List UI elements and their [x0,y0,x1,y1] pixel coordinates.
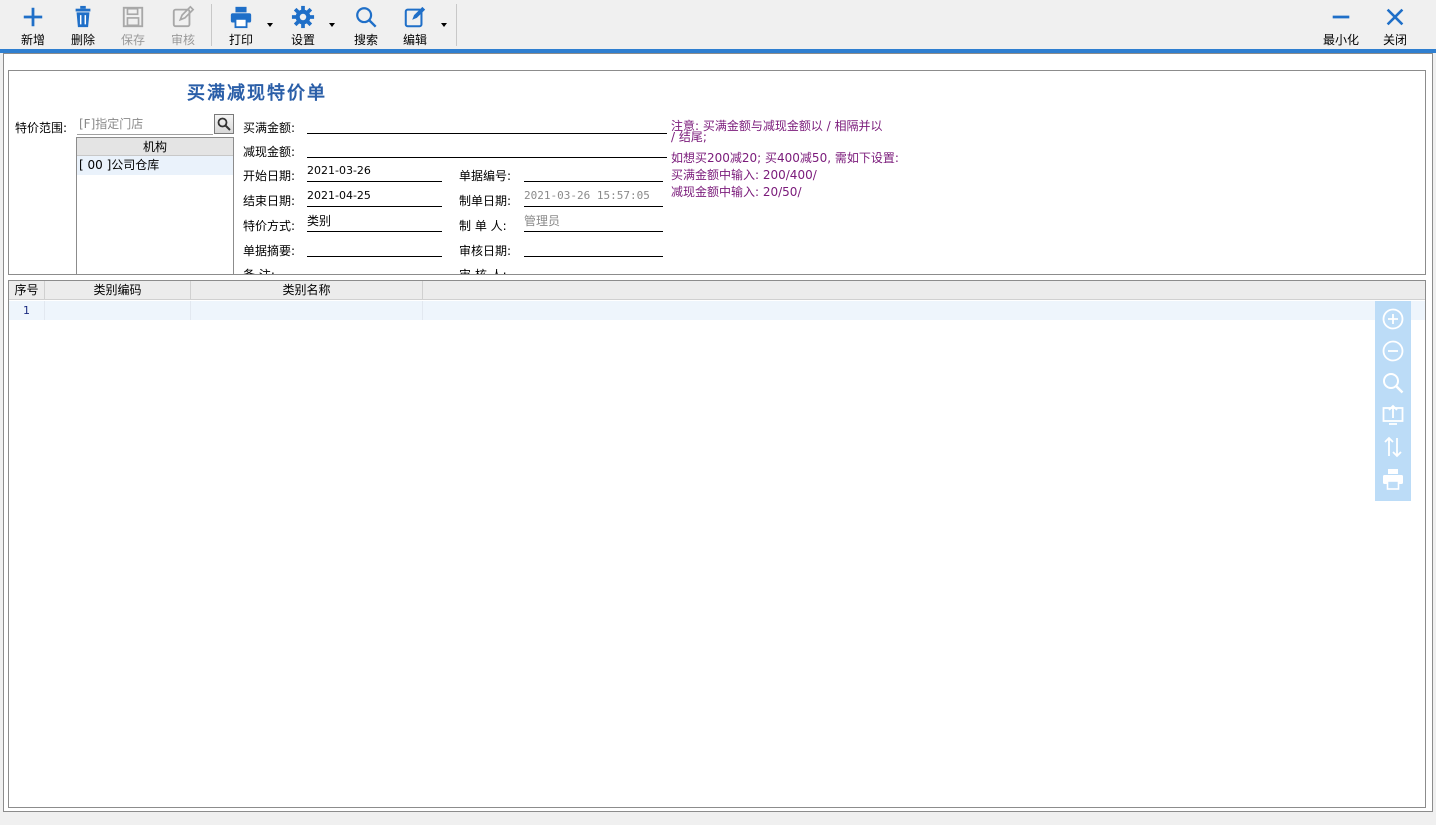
creator-field: 管理员 [524,212,663,232]
search-button-label: 搜索 [353,33,378,47]
table-row[interactable]: 1 [9,301,1425,320]
save-icon [122,6,144,28]
summary-label: 单据摘要: [243,244,296,258]
edit-button[interactable]: 编辑 [390,2,440,48]
grid-side-toolbar [1375,301,1411,501]
note-line: 如想买200减20; 买400减50, 需如下设置: [671,151,899,165]
scope-input[interactable]: [F]指定门店 [77,115,213,135]
start-date-label: 开始日期: [243,169,296,183]
search-icon [1383,373,1404,394]
minimize-button[interactable]: 最小化 [1316,2,1366,48]
printer-icon [1383,469,1403,490]
detail-grid: 序号 类别编码 类别名称 1 [8,280,1426,808]
buy-amount-field[interactable] [307,114,667,134]
grid-search-button[interactable] [1381,371,1405,395]
close-button-label: 关闭 [1382,33,1407,47]
zoom-out-icon [1382,340,1404,362]
form-panel: 买满减现特价单 特价范围: [F]指定门店 机构 [ 00 ]公司仓库 买满金额… [8,70,1426,275]
chevron-down-icon[interactable] [440,21,448,29]
org-list-item[interactable]: [ 00 ]公司仓库 [77,156,233,175]
search-button[interactable]: 搜索 [341,2,391,48]
edit-icon [404,6,426,28]
minimize-icon [1332,15,1350,19]
grid-print-button[interactable] [1381,467,1405,491]
settings-button[interactable]: 设置 [278,2,328,48]
note-line: / 结尾; [671,130,707,144]
creator-label: 制 单 人: [459,219,507,233]
org-list-header: 机构 [77,138,233,156]
create-date-field: 2021-03-26 15:57:05 [524,187,663,207]
doc-no-field [524,162,663,182]
end-date-field[interactable]: 2021-04-25 [307,187,442,207]
gear-icon [291,5,315,29]
zoom-in-icon [1382,308,1404,330]
delete-button[interactable]: 删除 [58,2,108,48]
auditor-label: 审 核 人: [459,268,507,275]
method-label: 特价方式: [243,219,296,233]
edit-button-label: 编辑 [402,33,427,47]
add-button[interactable]: 新增 [8,2,58,48]
delete-button-label: 删除 [70,33,95,47]
zoom-out-button[interactable] [1381,339,1405,363]
toolbar-separator [456,4,457,46]
row-name-cell[interactable] [191,301,423,320]
edit-check-icon [172,5,195,28]
document-window: 买满减现特价单 特价范围: [F]指定门店 机构 [ 00 ]公司仓库 买满金额… [3,53,1433,812]
print-button-label: 打印 [228,33,253,47]
print-button[interactable]: 打印 [216,2,266,48]
sort-button[interactable] [1381,435,1405,459]
reduce-amount-field[interactable] [307,138,667,158]
printer-icon [230,6,252,29]
reduce-amount-label: 减现金额: [243,145,296,159]
audit-date-field [524,237,663,257]
plus-icon [23,7,43,27]
toolbar-separator [211,4,212,46]
note-line: 买满金额中输入: 200/400/ [671,168,817,182]
scope-label: 特价范围: [15,121,68,135]
org-list: 机构 [ 00 ]公司仓库 [76,137,234,274]
summary-field[interactable] [307,237,442,257]
page-title: 买满减现特价单 [187,83,327,104]
buy-amount-label: 买满金额: [243,121,296,135]
method-field[interactable]: 类别 [307,212,442,232]
start-date-field[interactable]: 2021-03-26 [307,162,442,182]
export-button[interactable] [1381,403,1405,427]
doc-no-label: 单据编号: [459,169,512,183]
save-button[interactable]: 保存 [108,2,158,48]
column-header-index[interactable]: 序号 [9,281,45,300]
search-icon [217,117,231,131]
column-header-code[interactable]: 类别编码 [45,281,191,300]
zoom-in-button[interactable] [1381,307,1405,331]
close-icon [1386,8,1404,26]
column-header-name[interactable]: 类别名称 [191,281,423,300]
row-index-cell: 1 [9,301,45,320]
toolbar: 新增 删除 保存 审核 打印 设置 搜索 编辑 最小化 关闭 [0,0,1436,50]
grid-header: 序号 类别编码 类别名称 [9,281,1425,300]
search-icon [356,7,377,28]
close-button[interactable]: 关闭 [1370,2,1420,48]
end-date-label: 结束日期: [243,194,296,208]
trash-icon [75,5,91,28]
chevron-down-icon[interactable] [266,21,274,29]
add-button-label: 新增 [20,33,45,47]
note-line: 减现金额中输入: 20/50/ [671,185,802,199]
chevron-down-icon[interactable] [328,21,336,29]
audit-button[interactable]: 审核 [158,2,208,48]
settings-button-label: 设置 [290,33,315,47]
minimize-button-label: 最小化 [1322,33,1359,47]
save-button-label: 保存 [120,33,145,47]
create-date-label: 制单日期: [459,194,512,208]
export-icon [1382,404,1404,425]
remark-label: 备 注: [243,268,275,275]
audit-date-label: 审核日期: [459,244,512,258]
scope-search-button[interactable] [214,114,234,134]
sort-icon [1384,436,1402,458]
row-code-cell[interactable] [45,301,191,320]
audit-button-label: 审核 [170,33,195,47]
